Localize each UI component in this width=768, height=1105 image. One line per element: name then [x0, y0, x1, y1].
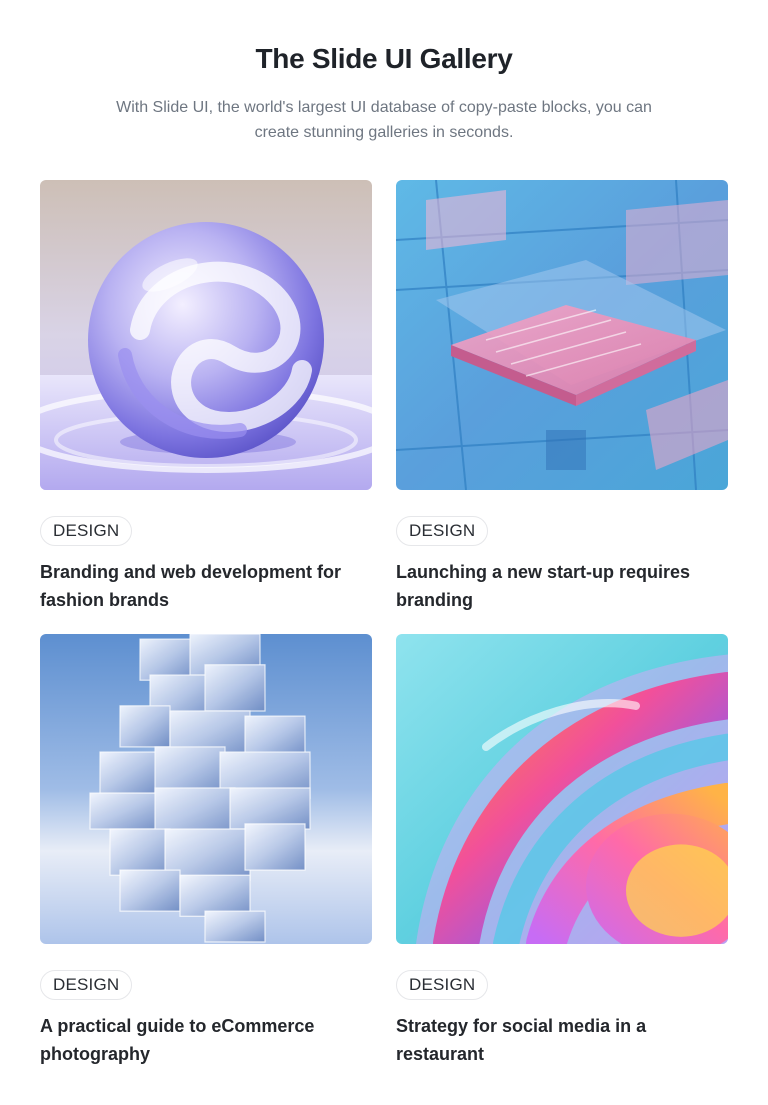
category-tag[interactable]: DESIGN	[40, 516, 133, 546]
glass-sphere-image[interactable]	[40, 180, 372, 490]
gallery-card-3[interactable]: DESIGN A practical guide to eCommerce ph…	[40, 634, 372, 1068]
category-tag[interactable]: DESIGN	[396, 516, 489, 546]
gallery-page: The Slide UI Gallery With Slide UI, the …	[0, 0, 768, 1105]
gallery-card-4[interactable]: DESIGN Strategy for social media in a re…	[396, 634, 728, 1068]
circuit-chip-image[interactable]	[396, 180, 728, 490]
gallery-card-2[interactable]: DESIGN Launching a new start-up requires…	[396, 180, 728, 614]
category-tag[interactable]: DESIGN	[396, 970, 489, 1000]
page-subtitle: With Slide UI, the world's largest UI da…	[116, 99, 652, 141]
card-title[interactable]: Branding and web development for fashion…	[40, 558, 360, 614]
card-title[interactable]: Strategy for social media in a restauran…	[396, 1012, 716, 1068]
category-tag[interactable]: DESIGN	[40, 970, 133, 1000]
card-title[interactable]: Launching a new start-up requires brandi…	[396, 558, 716, 614]
card-title[interactable]: A practical guide to eCommerce photograp…	[40, 1012, 360, 1068]
page-title: The Slide UI Gallery	[255, 43, 513, 74]
iridescent-swirl-image[interactable]	[396, 634, 728, 944]
gallery-header: The Slide UI Gallery With Slide UI, the …	[0, 40, 768, 145]
glass-cubes-tower-image[interactable]	[40, 634, 372, 944]
gallery-card-1[interactable]: DESIGN Branding and web development for …	[40, 180, 372, 614]
